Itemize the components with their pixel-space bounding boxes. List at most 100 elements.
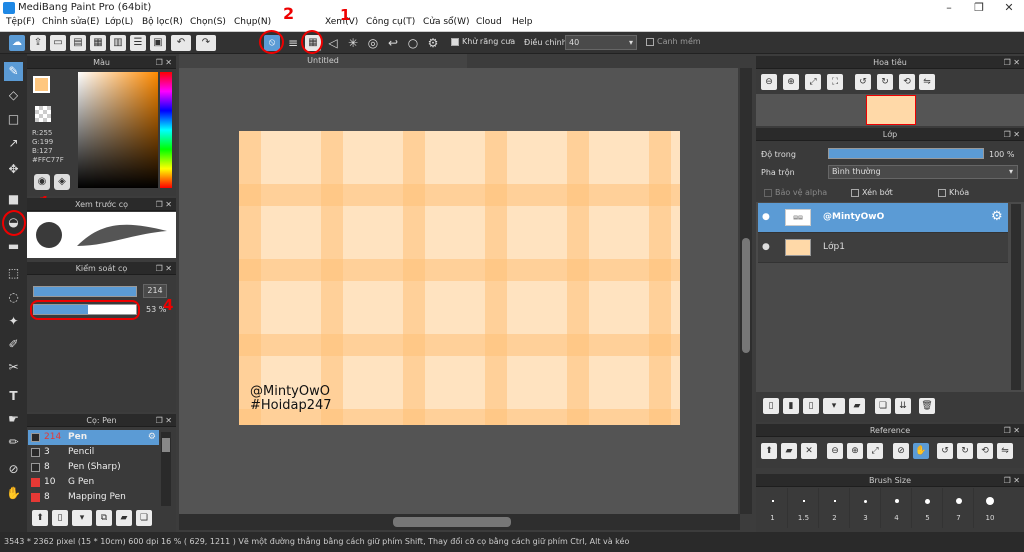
palette-add-icon[interactable]: ◈: [54, 174, 70, 190]
redo-icon[interactable]: ↷: [196, 35, 216, 51]
merge-layer-icon[interactable]: ⇊: [895, 398, 911, 414]
protect-alpha-toggle[interactable]: Bảo vệ alpha: [764, 188, 827, 197]
folder-icon[interactable]: ▰: [849, 398, 865, 414]
brush-size-cell[interactable]: 7: [944, 488, 974, 528]
navigator-preview[interactable]: [756, 94, 1024, 126]
layer-row[interactable]: ● ▤▤ @MintyOwO ⚙: [758, 203, 1008, 233]
hand-icon[interactable]: ✋: [913, 443, 929, 459]
vanishing-snap-icon[interactable]: ◁: [325, 35, 341, 51]
close-icon[interactable]: ❐ ✕: [1004, 56, 1020, 69]
rotate-left-icon[interactable]: ↺: [937, 443, 953, 459]
brush-tool-icon[interactable]: ✎: [4, 62, 23, 81]
reset-rotate-icon[interactable]: ⟲: [977, 443, 993, 459]
move-tool-icon[interactable]: ✥: [4, 160, 23, 179]
concentric-snap-icon[interactable]: ◎: [365, 35, 381, 51]
blend-mode-select[interactable]: Bình thường ▾: [828, 165, 1018, 179]
rotate-right-icon[interactable]: ↻: [877, 74, 893, 90]
maximize-icon[interactable]: ❐: [964, 0, 994, 16]
page-icon[interactable]: ▦: [90, 35, 106, 51]
menu-filter[interactable]: Bộ lọc(R): [142, 17, 183, 27]
grid-list-icon[interactable]: ▥: [110, 35, 126, 51]
brush-item[interactable]: 3 Pencil: [28, 445, 159, 460]
brush-size-cell[interactable]: 4: [882, 488, 912, 528]
flip-icon[interactable]: ⇋: [997, 443, 1013, 459]
menu-window[interactable]: Cửa sổ(W): [423, 17, 469, 27]
brush-list-scrollbar[interactable]: [161, 432, 171, 506]
actual-size-icon[interactable]: ⛶: [827, 74, 843, 90]
select-tool-icon[interactable]: ⬚: [4, 264, 23, 283]
folder-icon[interactable]: ▰: [116, 510, 132, 526]
line-tool-icon[interactable]: ↗: [4, 134, 23, 153]
magic-wand-icon[interactable]: ✦: [4, 312, 23, 331]
new-layer-8bit-icon[interactable]: ▮: [783, 398, 799, 414]
close-icon[interactable]: ❐ ✕: [1004, 474, 1020, 487]
eye-icon[interactable]: ●: [762, 212, 770, 222]
operation-tool-icon[interactable]: ☛: [4, 410, 23, 429]
brush-item[interactable]: 10 G Pen: [28, 475, 159, 490]
layout-icon[interactable]: ▣: [150, 35, 166, 51]
chat-icon[interactable]: ▤: [70, 35, 86, 51]
flip-icon[interactable]: ⇋: [919, 74, 935, 90]
eye-icon[interactable]: ●: [762, 242, 770, 252]
zoom-in-icon[interactable]: ⊕: [783, 74, 799, 90]
select-eraser-icon[interactable]: ✂: [4, 358, 23, 377]
new-brush-icon[interactable]: ▯: [52, 510, 68, 526]
new-layer-1bit-icon[interactable]: ▯: [803, 398, 819, 414]
lock-toggle[interactable]: Khóa: [938, 188, 969, 197]
brush-item[interactable]: 8 Pen (Sharp): [28, 460, 159, 475]
palette-icon[interactable]: ◉: [34, 174, 50, 190]
menu-layer[interactable]: Lớp(L): [105, 17, 133, 27]
text-tool-icon[interactable]: T: [4, 387, 23, 406]
zoom-in-icon[interactable]: ⊕: [847, 443, 863, 459]
brush-item[interactable]: 214 Pen ⚙: [28, 430, 159, 445]
close-icon[interactable]: ❐ ✕: [156, 262, 172, 275]
brush-size-slider[interactable]: [33, 286, 137, 297]
tab-untitled[interactable]: Untitled: [179, 54, 467, 68]
fill-rect-tool-icon[interactable]: ■: [4, 190, 23, 209]
load-reference-icon[interactable]: ⬆: [761, 443, 777, 459]
menu-select[interactable]: Chọn(S): [190, 17, 226, 27]
open-reference-icon[interactable]: ▰: [781, 443, 797, 459]
radial-snap-icon[interactable]: ✳: [345, 35, 361, 51]
menu-cloud[interactable]: Cloud: [476, 17, 502, 27]
document-canvas[interactable]: [239, 131, 680, 425]
close-icon[interactable]: ✕: [994, 0, 1024, 16]
copy-brush-icon[interactable]: ⧉: [96, 510, 112, 526]
hand-tool-icon[interactable]: ✋: [4, 484, 23, 503]
vertical-scrollbar[interactable]: [740, 68, 752, 514]
brush-size-cell[interactable]: 2: [820, 488, 850, 528]
delete-layer-icon[interactable]: 🗑: [919, 398, 935, 414]
gear-icon[interactable]: ⚙: [148, 430, 156, 445]
brush-size-cell[interactable]: 1.5: [789, 488, 819, 528]
brush-size-cell[interactable]: 3: [851, 488, 881, 528]
hue-slider[interactable]: [160, 72, 172, 188]
circle-snap-icon[interactable]: ○: [405, 35, 421, 51]
brush-size-cell[interactable]: 5: [913, 488, 943, 528]
close-icon[interactable]: ❐ ✕: [156, 198, 172, 211]
layer-list-scrollbar[interactable]: [1011, 204, 1021, 390]
rect-tool-icon[interactable]: □: [4, 110, 23, 129]
zoom-out-icon[interactable]: ⊖: [761, 74, 777, 90]
menu-file[interactable]: Tệp(F): [6, 17, 35, 27]
select-pen-icon[interactable]: ✐: [4, 335, 23, 354]
close-icon[interactable]: ❐ ✕: [156, 414, 172, 427]
rotate-right-icon[interactable]: ↻: [957, 443, 973, 459]
eyedropper-tool-icon[interactable]: ⊘: [4, 460, 23, 479]
add-layer-menu-icon[interactable]: ▾: [823, 398, 845, 414]
menu-edit[interactable]: Chỉnh sửa(E): [42, 17, 99, 27]
reset-rotate-icon[interactable]: ⟲: [899, 74, 915, 90]
curve-snap-icon[interactable]: ↩: [385, 35, 401, 51]
smooth-toggle[interactable]: Canh mềm: [646, 37, 701, 46]
list-icon[interactable]: ☰: [130, 35, 146, 51]
rotate-left-icon[interactable]: ↺: [855, 74, 871, 90]
close-icon[interactable]: ❐ ✕: [1004, 128, 1020, 141]
close-icon[interactable]: ❐ ✕: [156, 56, 172, 69]
share-icon[interactable]: ⇪: [30, 35, 46, 51]
divide-tool-icon[interactable]: ✏: [4, 433, 23, 452]
foreground-color-swatch[interactable]: [33, 76, 50, 93]
parallel-snap-icon[interactable]: ≡: [285, 35, 301, 51]
menu-tools[interactable]: Công cụ(T): [366, 17, 415, 27]
undo-icon[interactable]: ↶: [171, 35, 191, 51]
brush-size-cell[interactable]: 1: [758, 488, 788, 528]
antialias-toggle[interactable]: Khử răng cưa: [451, 37, 515, 46]
